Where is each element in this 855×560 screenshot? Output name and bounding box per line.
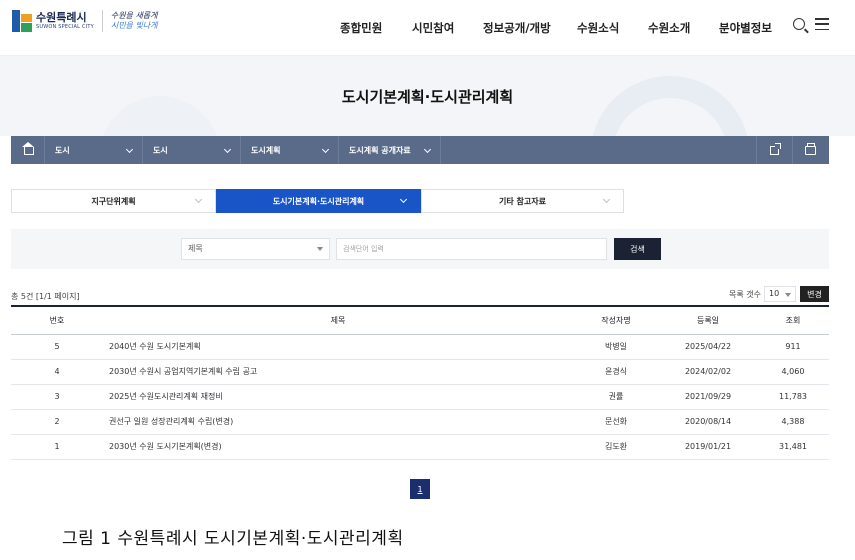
chevron-down-icon bbox=[399, 195, 408, 204]
breadcrumb-item-3[interactable]: 도시계획 bbox=[241, 136, 339, 164]
logo-subtitle: SUWON SPECIAL CITY bbox=[36, 24, 94, 30]
row-views: 11,783 bbox=[779, 392, 807, 401]
col-title: 제목 bbox=[330, 315, 346, 325]
print-icon bbox=[805, 142, 816, 155]
row-title-link[interactable]: 2040년 수원 도시기본계획 bbox=[103, 334, 573, 359]
chevron-down-icon bbox=[602, 195, 611, 204]
slogan-line-1: 수원을 새롭게 bbox=[110, 11, 158, 20]
home-button[interactable] bbox=[11, 136, 45, 164]
table-row[interactable]: 4 2030년 수원시 공업지역기본계획 수립 공고 윤경식 2024/02/0… bbox=[11, 359, 829, 384]
table-header-row: 번호 제목 작성자명 등록일 조회 bbox=[11, 306, 829, 334]
row-number: 1 bbox=[54, 442, 60, 451]
row-number: 2 bbox=[54, 417, 60, 426]
row-title-link[interactable]: 2030년 수원 도시기본계획(변경) bbox=[103, 434, 573, 459]
page-button-current[interactable]: 1 bbox=[410, 479, 430, 499]
tab-label: 지구단위계획 bbox=[91, 196, 136, 206]
search-field-select[interactable]: 제목 bbox=[181, 238, 330, 260]
total-count: 총 5건 [1/1 페이지] bbox=[11, 292, 80, 301]
site-header: 수원특례시 SUWON SPECIAL CITY 수원을 새롭게 시민을 빛나게… bbox=[0, 0, 855, 56]
row-views: 31,481 bbox=[779, 442, 807, 451]
print-button[interactable] bbox=[792, 136, 828, 164]
caret-down-icon bbox=[785, 293, 791, 297]
tab-label: 도시기본계획·도시관리계획 bbox=[272, 196, 365, 206]
table-row[interactable]: 1 2030년 수원 도시기본계획(변경) 김도환 2019/01/21 31,… bbox=[11, 434, 829, 459]
page-title: 도시기본계획·도시관리계획 bbox=[341, 88, 514, 106]
row-writer: 윤경식 bbox=[604, 367, 628, 376]
row-writer: 권률 bbox=[608, 392, 624, 401]
home-icon bbox=[21, 141, 34, 155]
row-date: 2019/01/21 bbox=[684, 442, 732, 451]
nav-item-news[interactable]: 수원소식 bbox=[577, 20, 619, 36]
row-date: 2020/08/14 bbox=[684, 417, 732, 426]
col-date: 등록일 bbox=[696, 315, 720, 325]
nav-item-civil-service[interactable]: 종합민원 bbox=[340, 20, 382, 36]
per-page-select[interactable]: 10 bbox=[764, 286, 796, 302]
select-value: 제목 bbox=[188, 244, 203, 253]
tab-district-unit-plan[interactable]: 지구단위계획 bbox=[11, 189, 216, 213]
site-logo[interactable]: 수원특례시 SUWON SPECIAL CITY 수원을 새롭게 시민을 빛나게 bbox=[12, 10, 158, 32]
col-views: 조회 bbox=[785, 315, 801, 325]
share-icon bbox=[770, 142, 781, 155]
nav-item-about[interactable]: 수원소개 bbox=[648, 20, 690, 36]
row-number: 5 bbox=[54, 342, 60, 351]
chevron-down-icon bbox=[321, 145, 330, 154]
row-title-link[interactable]: 2025년 수원도시관리계획 재정비 bbox=[103, 384, 573, 409]
table-row[interactable]: 2 권선구 일원 성장관리계획 수립(변경) 문선화 2020/08/14 4,… bbox=[11, 409, 829, 434]
page-banner: 도시기본계획·도시관리계획 bbox=[0, 56, 855, 136]
chevron-down-icon bbox=[223, 145, 232, 154]
row-views: 4,060 bbox=[781, 367, 805, 376]
row-title-link[interactable]: 권선구 일원 성장관리계획 수립(변경) bbox=[103, 409, 573, 434]
row-number: 3 bbox=[54, 392, 60, 401]
row-title-link[interactable]: 2030년 수원시 공업지역기본계획 수립 공고 bbox=[103, 359, 573, 384]
city-slogan: 수원을 새롭게 시민을 빛나게 bbox=[111, 11, 158, 31]
board-table: 번호 제목 작성자명 등록일 조회 5 2040년 수원 도시기본계획 박병일 … bbox=[11, 305, 829, 460]
search-input[interactable] bbox=[336, 238, 607, 260]
breadcrumb-label: 도시 bbox=[55, 145, 70, 155]
row-number: 4 bbox=[54, 367, 60, 376]
col-writer: 작성자명 bbox=[601, 315, 631, 325]
caret-down-icon bbox=[317, 247, 323, 251]
chevron-down-icon bbox=[194, 195, 203, 204]
search-box: 제목 검색 bbox=[11, 229, 829, 269]
row-views: 911 bbox=[785, 342, 801, 351]
row-writer: 문선화 bbox=[604, 417, 628, 426]
breadcrumb-label: 도시 bbox=[153, 145, 168, 155]
share-button[interactable] bbox=[756, 136, 792, 164]
tab-urban-plan[interactable]: 도시기본계획·도시관리계획 bbox=[216, 189, 421, 213]
row-date: 2025/04/22 bbox=[684, 342, 732, 351]
nav-item-info-disclosure[interactable]: 정보공개/개방 bbox=[483, 20, 551, 36]
search-icon[interactable] bbox=[793, 18, 805, 30]
per-page-value: 10 bbox=[769, 289, 780, 298]
chevron-down-icon bbox=[423, 145, 432, 154]
breadcrumb-label: 도시계획 bbox=[251, 145, 281, 155]
row-writer: 김도환 bbox=[604, 442, 628, 451]
tab-other-references[interactable]: 기타 참고자료 bbox=[421, 189, 624, 213]
breadcrumb-label: 도시계획 공개자료 bbox=[349, 145, 411, 155]
menu-icon[interactable] bbox=[815, 18, 829, 30]
chevron-down-icon bbox=[125, 145, 134, 154]
row-views: 4,388 bbox=[781, 417, 805, 426]
breadcrumb-item-4[interactable]: 도시계획 공개자료 bbox=[339, 136, 441, 164]
breadcrumb: 도시 도시 도시계획 도시계획 공개자료 bbox=[11, 136, 829, 164]
slogan-line-2: 시민을 빛나게 bbox=[110, 21, 158, 30]
per-page-label: 목록 갯수 bbox=[729, 290, 761, 299]
table-row[interactable]: 3 2025년 수원도시관리계획 재정비 권률 2021/09/29 11,78… bbox=[11, 384, 829, 409]
row-writer: 박병일 bbox=[604, 342, 628, 351]
col-number: 번호 bbox=[49, 315, 65, 325]
nav-item-participation[interactable]: 시민참여 bbox=[412, 20, 454, 36]
search-button[interactable]: 검색 bbox=[614, 238, 661, 260]
city-emblem-icon bbox=[12, 10, 32, 32]
table-row[interactable]: 5 2040년 수원 도시기본계획 박병일 2025/04/22 911 bbox=[11, 334, 829, 359]
figure-caption: 그림 1 수원특례시 도시기본계획·도시관리계획 bbox=[62, 529, 404, 549]
logo-divider bbox=[101, 10, 103, 32]
row-date: 2021/09/29 bbox=[684, 392, 732, 401]
nav-item-field-info[interactable]: 분야별정보 bbox=[719, 20, 772, 36]
logo-name: 수원특례시 bbox=[36, 11, 87, 24]
breadcrumb-item-2[interactable]: 도시 bbox=[143, 136, 241, 164]
tab-label: 기타 참고자료 bbox=[499, 196, 546, 206]
change-button[interactable]: 변경 bbox=[800, 286, 829, 302]
row-date: 2024/02/02 bbox=[684, 367, 732, 376]
breadcrumb-item-1[interactable]: 도시 bbox=[45, 136, 143, 164]
